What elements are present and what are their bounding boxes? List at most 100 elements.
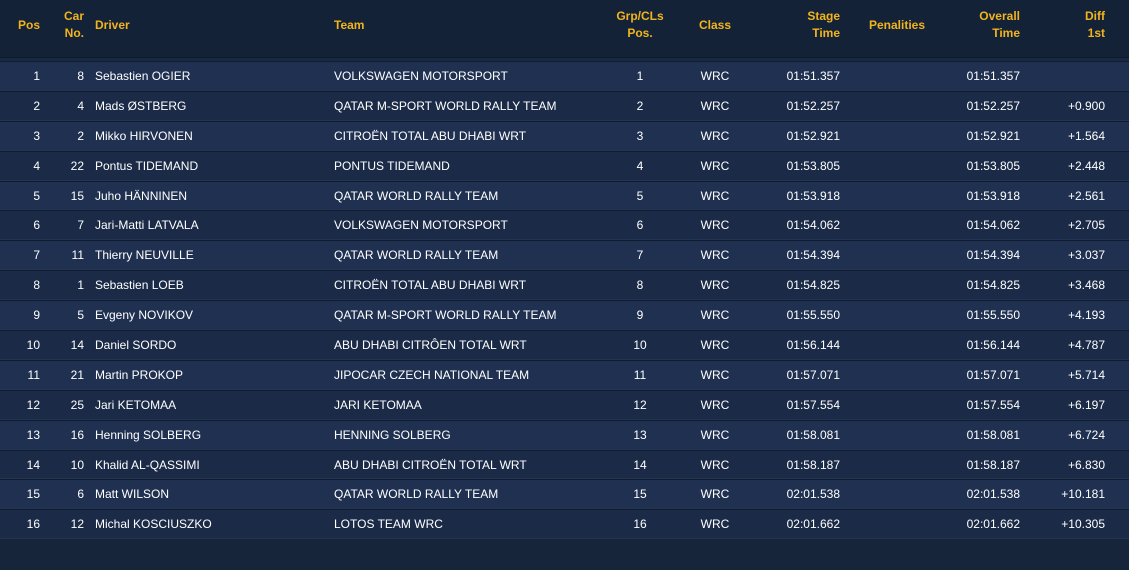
cell-pos: 5: [33, 188, 40, 203]
cell-pos: 10: [26, 338, 40, 353]
cell-driver: Mikko HIRVONEN: [95, 128, 193, 143]
cell-team: CITROËN TOTAL ABU DHABI WRT: [334, 128, 527, 143]
cell-diff-1st: +6.724: [1067, 427, 1105, 442]
cell-car-no: 16: [70, 427, 84, 442]
cell-team: HENNING SOLBERG: [334, 427, 451, 442]
cell-team: PONTUS TIDEMAND: [334, 158, 450, 173]
cell-stage-time: 01:52.921: [786, 128, 840, 143]
cell-stage-time: 01:58.187: [786, 457, 840, 472]
cell-pos: 6: [33, 218, 40, 233]
cell-stage-time: 01:51.357: [786, 69, 840, 83]
cell-driver: Martin PROKOP: [95, 367, 184, 382]
cell-car-no: 25: [70, 397, 84, 412]
cell-diff-1st: +6.830: [1067, 457, 1105, 472]
cell-car-no: 12: [70, 517, 84, 532]
table-row: 14 10 Khalid AL-QASSIMI ABU DHABI CITROËN T…: [0, 449, 1129, 480]
cell-diff-1st: +6.197: [1067, 397, 1105, 412]
cell-team: QATAR M-SPORT WORLD RALLY TEAM: [334, 98, 557, 113]
header-diff-line1: Diff: [1085, 9, 1105, 23]
cell-grp-pos: 6: [636, 218, 644, 233]
cell-diff-1st: +3.468: [1067, 278, 1105, 293]
cell-diff-1st: +4.193: [1067, 308, 1105, 323]
table-row: 2 4 Mads ØSTBERG QATAR M-SPORT WORLD RALLY …: [0, 90, 1129, 121]
cell-stage-time: 01:57.554: [786, 397, 840, 412]
cell-stage-time: 01:53.918: [786, 188, 840, 203]
cell-diff-1st: +1.564: [1067, 128, 1105, 143]
table-row: 16 12 Michal KOSCIUSZKO LOTOS TEAM WRC 16 WRC…: [0, 509, 1129, 540]
table-row: 6 7 Jari-Matti LATVALA VOLKSWAGEN MOTORSPOR…: [0, 210, 1129, 241]
cell-diff-1st: +3.037: [1067, 248, 1105, 263]
cell-pos: 15: [26, 487, 40, 502]
table-row: 8 1 Sebastien LOEB CITROËN TOTAL ABU DHABI …: [0, 270, 1129, 301]
cell-driver: Daniel SORDO: [95, 338, 177, 353]
cell-driver: Michal KOSCIUSZKO: [95, 517, 212, 532]
cell-car-no: 22: [70, 158, 84, 173]
header-car-line1: Car: [63, 9, 84, 23]
header-grp-pos: Grp/CLs Pos.: [600, 8, 680, 42]
header-diff-1st: Diff 1st: [1004, 8, 1105, 42]
cell-diff-1st: +10.181: [1061, 487, 1105, 502]
cell-pos: 13: [26, 427, 40, 442]
cell-pos: 9: [33, 308, 40, 323]
table-body: 1 8 Sebastien OGIER VOLKSWAGEN MOTORSPORT 1 W…: [0, 61, 1129, 540]
cell-grp-pos: 13: [633, 427, 647, 442]
cell-diff-1st: [1004, 62, 1105, 92]
cell-grp-pos: 1: [636, 69, 644, 83]
cell-driver: Thierry NEUVILLE: [95, 248, 194, 263]
cell-stage-time: 01:54.825: [786, 278, 840, 293]
cell-pos: 2: [33, 98, 40, 113]
cell-driver: Matt WILSON: [95, 487, 170, 502]
cell-stage-time: 02:01.538: [786, 487, 840, 502]
cell-diff-1st: +10.305: [1061, 517, 1105, 532]
header-stage-time: Stage Time: [740, 8, 840, 42]
cell-team: ABU DHABI CITRÔEN TOTAL WRT: [334, 338, 527, 353]
cell-grp-pos: 9: [636, 308, 644, 323]
header-pos: Pos: [17, 18, 40, 32]
cell-stage-time: 01:55.550: [786, 308, 840, 323]
header-car-line2: No.: [64, 26, 84, 40]
table-row: 13 16 Henning SOLBERG HENNING SOLBERG 13 WRC 0…: [0, 419, 1129, 450]
cell-driver: Sebastien OGIER: [95, 69, 191, 83]
header-diff-line2: 1st: [1087, 26, 1105, 40]
cell-car-no: 10: [70, 457, 84, 472]
cell-car-no: 6: [77, 487, 84, 502]
cell-team: JIPOCAR CZECH NATIONAL TEAM: [334, 367, 530, 382]
cell-team: QATAR WORLD RALLY TEAM: [334, 248, 499, 263]
cell-grp-pos: 14: [633, 457, 647, 472]
cell-car-no: 1: [77, 278, 84, 293]
cell-team: QATAR WORLD RALLY TEAM: [334, 487, 499, 502]
cell-grp-pos: 15: [633, 487, 647, 502]
cell-driver: Sebastien LOEB: [95, 278, 184, 293]
cell-pos: 1: [33, 69, 40, 83]
cell-grp-pos: 16: [633, 517, 647, 532]
cell-team: VOLKSWAGEN MOTORSPORT: [334, 69, 508, 83]
cell-grp-pos: 3: [636, 128, 644, 143]
cell-stage-time: 01:57.071: [786, 367, 840, 382]
table-row: 11 21 Martin PROKOP JIPOCAR CZECH NATIONAL …: [0, 359, 1129, 390]
table-row: 7 11 Thierry NEUVILLE QATAR WORLD RALLY TEA…: [0, 240, 1129, 271]
table-row: 4 22 Pontus TIDEMAND PONTUS TIDEMAND 4 WRC 01:…: [0, 150, 1129, 181]
cell-pos: 4: [33, 158, 40, 173]
header-grp-line1: Grp/CLs: [616, 9, 664, 23]
cell-driver: Mads ØSTBERG: [95, 98, 187, 113]
cell-stage-time: 01:56.144: [786, 338, 840, 353]
table-row: 1 8 Sebastien OGIER VOLKSWAGEN MOTORSPORT 1 W…: [0, 61, 1129, 91]
cell-grp-pos: 2: [636, 98, 644, 113]
cell-car-no: 15: [70, 188, 84, 203]
cell-team: QATAR WORLD RALLY TEAM: [334, 188, 499, 203]
cell-driver: Jari KETOMAA: [95, 397, 177, 412]
cell-diff-1st: +4.787: [1067, 338, 1105, 353]
stage-results-table: Pos Car No. Driver Team Grp/CLs Pos. Cla…: [0, 0, 1129, 570]
table-row: 3 2 Mikko HIRVONEN CITROËN TOTAL ABU DHABI …: [0, 120, 1129, 151]
cell-driver: Pontus TIDEMAND: [95, 158, 199, 173]
cell-team: LOTOS TEAM WRC: [334, 517, 443, 532]
cell-car-no: 14: [70, 338, 84, 353]
table-row: 10 14 Daniel SORDO ABU DHABI CITRÔEN TOTAL …: [0, 330, 1129, 360]
table-row: 12 25 Jari KETOMAA JARI KETOMAA 12 WRC 01:57.5…: [0, 389, 1129, 420]
cell-pos: 8: [33, 278, 40, 293]
cell-diff-1st: +2.705: [1067, 218, 1105, 233]
cell-pos: 14: [26, 457, 40, 472]
header-stage-line1: Stage: [807, 9, 840, 23]
cell-car-no: 4: [77, 98, 84, 113]
cell-team: VOLKSWAGEN MOTORSPORT: [334, 218, 508, 233]
